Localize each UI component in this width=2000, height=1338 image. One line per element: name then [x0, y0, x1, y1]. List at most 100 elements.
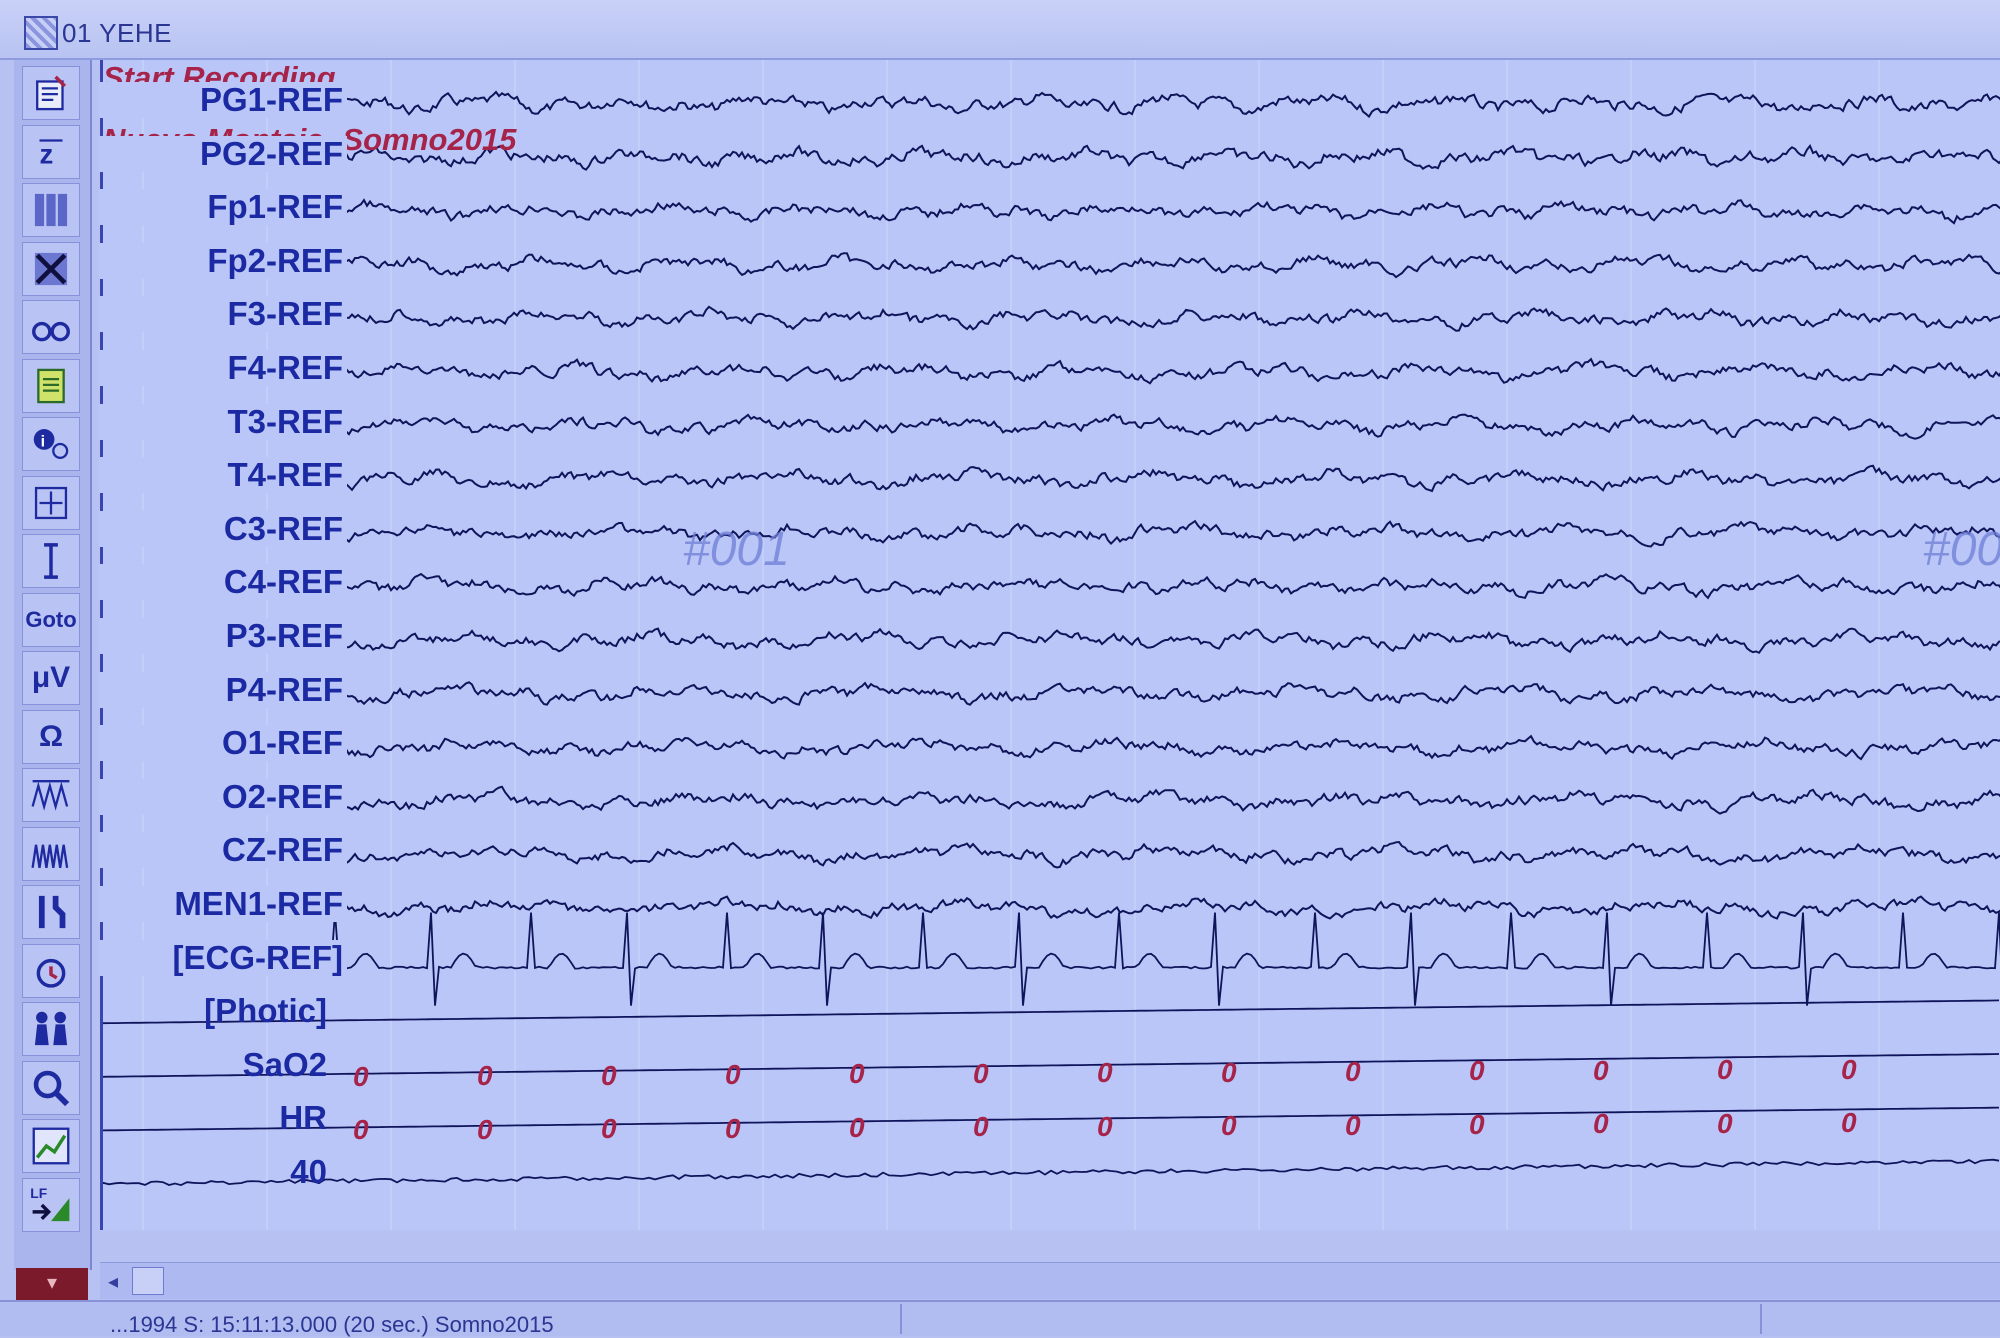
sao2-value-readout: 0 — [849, 1058, 865, 1090]
page-marker-next: #00 — [1923, 523, 2000, 576]
sao2-value-readout: 0 — [725, 1059, 741, 1090]
hr-value-readout: 0 — [1469, 1109, 1485, 1140]
search-icon[interactable] — [22, 1060, 80, 1115]
trace-cz-ref — [103, 840, 2000, 869]
channel-label[interactable]: C4-REF — [99, 564, 347, 601]
channel-label[interactable]: Fp2-REF — [99, 242, 347, 279]
trend-chart-icon[interactable] — [22, 1119, 80, 1173]
svg-text:z: z — [40, 138, 54, 169]
channel-label[interactable]: T3-REF — [99, 403, 347, 440]
sao2-value-readout: 0 — [1221, 1056, 1237, 1088]
trace-40 — [103, 1158, 2000, 1187]
scroll-thumb[interactable] — [132, 1267, 164, 1295]
trace-o1-ref — [103, 734, 2000, 761]
status-separator — [900, 1304, 902, 1334]
trace-c4-ref — [103, 572, 2000, 600]
channel-label[interactable]: PG1-REF — [99, 82, 347, 118]
move-icon[interactable] — [22, 475, 80, 530]
channel-label[interactable]: Fp1-REF — [99, 189, 347, 226]
sao2-value-readout: 0 — [1841, 1053, 1857, 1085]
trace-fp1-ref — [103, 198, 2000, 225]
channel-label[interactable]: P4-REF — [99, 671, 347, 708]
channel-label[interactable]: 40 — [83, 1154, 331, 1190]
tools-icon[interactable] — [22, 885, 80, 939]
eeg-waveform-area[interactable]: Start Recording Nuevo Montaje -Somno2015… — [99, 60, 2000, 1230]
status-separator — [1760, 1304, 1762, 1334]
document-edit-icon[interactable] — [22, 66, 80, 120]
hr-value-readout: 0 — [1221, 1110, 1237, 1142]
channel-label[interactable]: C3-REF — [99, 510, 347, 547]
page-marker: #001 — [683, 523, 790, 576]
notes-icon[interactable] — [22, 358, 80, 413]
sao2-value-readout: 0 — [1345, 1056, 1361, 1087]
channel-label[interactable]: MEN1-REF — [99, 886, 347, 922]
trace-pg1-ref — [103, 90, 2000, 119]
wave-compress-icon[interactable] — [22, 826, 80, 881]
trace-sao2 — [103, 1053, 2000, 1078]
sao2-value-readout: 0 — [353, 1060, 369, 1092]
hr-value-readout: 0 — [973, 1111, 989, 1143]
channel-label[interactable]: O2-REF — [99, 778, 347, 815]
glasses-icon[interactable] — [22, 300, 80, 354]
sort-z-icon[interactable]: z — [22, 124, 80, 179]
trace-t3-ref — [103, 413, 2000, 440]
goto-button[interactable]: Goto — [22, 592, 80, 647]
trace-men1-ref — [103, 895, 2000, 921]
trace-p3-ref — [103, 626, 2000, 655]
toolbar-menu-arrow[interactable]: ▾ — [16, 1268, 88, 1300]
lf-filter-icon[interactable]: LFLF — [22, 1177, 80, 1232]
svg-text:i: i — [41, 432, 45, 450]
cut-icon[interactable] — [22, 241, 80, 296]
sao2-value-readout: 0 — [1717, 1054, 1733, 1086]
hr-value-readout: 0 — [477, 1113, 493, 1145]
sao2-value-readout: 0 — [601, 1059, 617, 1091]
title-bar: 01 YEHE — [0, 0, 2000, 60]
columns-icon[interactable] — [22, 183, 80, 237]
sao2-value-readout: 0 — [1469, 1055, 1485, 1087]
window-title: 01 YEHE — [62, 18, 172, 48]
trace-o2-ref — [103, 785, 2000, 815]
sao2-value-readout: 0 — [973, 1057, 989, 1089]
vertical-toolbar: z i Goto μV Ω LFLF — [14, 60, 92, 1270]
hr-value-readout: 0 — [1593, 1108, 1609, 1140]
hr-value-readout: 0 — [1841, 1107, 1857, 1139]
hr-value-readout: 0 — [353, 1114, 369, 1146]
hr-value-readout: 0 — [725, 1112, 741, 1144]
ohm-icon-label: Ω — [38, 719, 64, 753]
channel-label[interactable]: P3-REF — [99, 618, 347, 654]
hr-value-readout: 0 — [1717, 1107, 1733, 1139]
trace-ecg-ref — [103, 912, 2000, 1006]
app-icon[interactable] — [24, 16, 58, 50]
channel-label[interactable]: SaO2 — [83, 1046, 331, 1083]
microvolt-icon[interactable]: μV — [22, 651, 80, 705]
channel-label[interactable]: PG2-REF — [99, 135, 347, 172]
wave-expand-icon[interactable] — [22, 768, 80, 822]
sao2-value-readout: 0 — [1097, 1057, 1113, 1089]
trace-photic — [103, 999, 2000, 1025]
people-icon[interactable] — [22, 1002, 80, 1056]
scroll-left-arrow-icon[interactable]: ◂ — [108, 1269, 118, 1294]
hr-value-readout: 0 — [1097, 1110, 1113, 1142]
microvolt-icon-label: μV — [31, 661, 71, 694]
horizontal-scrollbar[interactable]: ◂ — [100, 1262, 2000, 1299]
channel-label[interactable]: HR — [83, 1100, 331, 1136]
channel-label[interactable]: CZ-REF — [99, 832, 347, 869]
trace-p4-ref — [103, 681, 2000, 706]
channel-label[interactable]: [ECG-REF] — [99, 939, 347, 976]
hr-value-readout: 0 — [1345, 1109, 1361, 1141]
channel-label[interactable]: F3-REF — [99, 296, 347, 333]
trace-f3-ref — [103, 305, 2000, 332]
alarm-icon[interactable] — [22, 943, 80, 998]
channel-label[interactable]: [Photic] — [83, 993, 331, 1029]
channel-label[interactable]: F4-REF — [99, 350, 347, 386]
trace-hr — [103, 1106, 2000, 1132]
channel-label[interactable]: O1-REF — [99, 725, 347, 762]
text-cursor-icon[interactable] — [22, 534, 80, 588]
trace-t4-ref — [103, 464, 2000, 493]
channel-label[interactable]: T4-REF — [99, 457, 347, 494]
ohm-icon[interactable]: Ω — [22, 709, 80, 764]
svg-text:LF: LF — [30, 1186, 47, 1201]
trace-fp2-ref — [103, 252, 2000, 279]
patient-info-icon[interactable]: i — [22, 417, 80, 471]
status-text: ...1994 S: 15:11:13.000 (20 sec.) Somno2… — [110, 1312, 554, 1337]
